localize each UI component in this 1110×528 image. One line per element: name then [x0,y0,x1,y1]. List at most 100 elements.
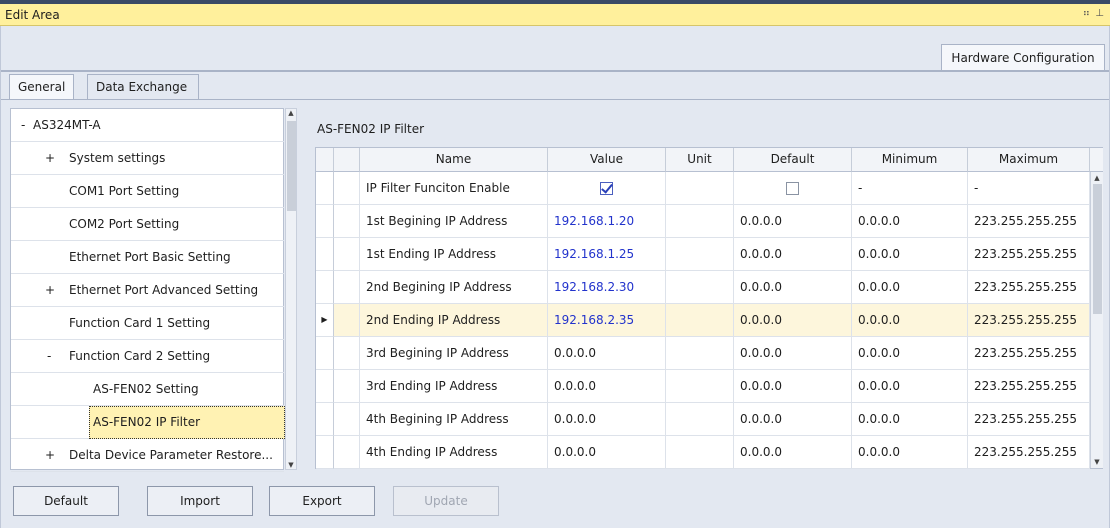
cell-min: 0.0.0.0 [852,403,968,436]
cell-max: - [968,172,1090,205]
cell-value[interactable]: 0.0.0.0 [548,403,666,436]
row-indent [334,238,360,271]
cell-name: 4th Begining IP Address [360,403,548,436]
tab-data-exchange[interactable]: Data Exchange [87,74,199,99]
row-header[interactable]: ▶ [316,304,334,337]
cell-value[interactable]: 0.0.0.0 [548,436,666,469]
cell-default: 0.0.0.0 [734,337,852,370]
column-header-name[interactable]: Name [360,148,548,172]
pin-icon[interactable]: ⊥ [1095,8,1104,19]
cell-value[interactable]: 192.168.1.25 [548,238,666,271]
cell-unit [666,337,734,370]
cell-max: 223.255.255.255 [968,337,1090,370]
expand-icon[interactable]: + [45,274,55,306]
tree-item-label: AS324MT-A [33,118,101,132]
expand-icon[interactable]: + [45,439,55,471]
cell-value[interactable]: 192.168.1.20 [548,205,666,238]
cell-max: 223.255.255.255 [968,370,1090,403]
cell-min: 0.0.0.0 [852,271,968,304]
default-button[interactable]: Default [13,486,119,516]
tree-scrollbar[interactable]: ▲ ▼ [285,108,297,470]
row-indent [334,370,360,403]
cell-value[interactable]: 0.0.0.0 [548,337,666,370]
import-button[interactable]: Import [147,486,253,516]
tree-item-label: AS-FEN02 IP Filter [93,415,201,429]
tree-item-function-card-1[interactable]: Function Card 1 Setting [11,307,284,340]
export-button[interactable]: Export [269,486,375,516]
tab-hardware-configuration[interactable]: Hardware Configuration [941,44,1105,71]
cell-max: 223.255.255.255 [968,304,1090,337]
cell-unit [666,436,734,469]
tree-item-ethernet-basic[interactable]: Ethernet Port Basic Setting [11,241,284,274]
update-button[interactable]: Update [393,486,499,516]
tree-item-ethernet-advanced[interactable]: + Ethernet Port Advanced Setting [11,274,284,307]
enable-checkbox[interactable] [600,182,613,195]
collapse-icon[interactable]: - [21,109,25,141]
tree-item-as-fen02-setting[interactable]: AS-FEN02 Setting [11,373,284,406]
row-header[interactable] [316,436,334,469]
edit-area-titlebar: Edit Area ⠶ ⊥ [0,4,1110,26]
settings-tree: - AS324MT-A + System settings COM1 Port … [10,108,285,472]
row-indent [334,271,360,304]
cell-min: 0.0.0.0 [852,205,968,238]
cell-value[interactable]: 0.0.0.0 [548,370,666,403]
grid-scroll-thumb[interactable] [1093,184,1102,314]
scroll-header [1090,148,1103,172]
tree-item-com2-port[interactable]: COM2 Port Setting [11,208,284,241]
cell-value[interactable] [548,172,666,205]
tree-item-as324mt-a[interactable]: - AS324MT-A [11,109,284,142]
parameter-grid: Name Value Unit Default Minimum Maximum … [315,147,1103,469]
column-header-unit[interactable]: Unit [666,148,734,172]
row-header[interactable] [316,271,334,304]
cell-default: 0.0.0.0 [734,238,852,271]
column-header-minimum[interactable]: Minimum [852,148,968,172]
scroll-up-icon[interactable]: ▲ [1092,174,1102,182]
row-header-corner [316,148,334,172]
cell-name: 1st Begining IP Address [360,205,548,238]
tree-item-function-card-2[interactable]: - Function Card 2 Setting [11,340,284,373]
tree-item-label: Ethernet Port Advanced Setting [69,283,259,297]
grid-title: AS-FEN02 IP Filter [317,122,425,136]
cell-name: 2nd Ending IP Address [360,304,548,337]
expand-icon[interactable]: + [45,142,55,174]
cell-default: 0.0.0.0 [734,436,852,469]
tree-scroll-thumb[interactable] [287,121,296,211]
tree-item-system-settings[interactable]: + System settings [11,142,284,175]
row-indent [334,304,360,337]
cell-value[interactable]: 192.168.2.35 [548,304,666,337]
edit-area-panel: Hardware Configuration General Data Exch… [0,26,1110,528]
tab-general[interactable]: General [9,74,75,99]
scroll-down-icon[interactable]: ▼ [1092,458,1102,466]
column-header-maximum[interactable]: Maximum [968,148,1090,172]
row-header[interactable] [316,205,334,238]
cell-value[interactable]: 192.168.2.30 [548,271,666,304]
column-header-value[interactable]: Value [548,148,666,172]
row-header[interactable] [316,403,334,436]
tree-item-label: COM2 Port Setting [69,217,180,231]
row-indent [334,403,360,436]
tree-item-as-fen02-ip-filter[interactable]: AS-FEN02 IP Filter [11,406,285,439]
general-tab-content: - AS324MT-A + System settings COM1 Port … [1,99,1109,474]
tree-item-label: COM1 Port Setting [69,184,180,198]
cell-default: 0.0.0.0 [734,271,852,304]
cell-min: - [852,172,968,205]
cell-name: IP Filter Funciton Enable [360,172,548,205]
column-header-default[interactable]: Default [734,148,852,172]
cell-max: 223.255.255.255 [968,271,1090,304]
cell-min: 0.0.0.0 [852,370,968,403]
row-header[interactable] [316,238,334,271]
collapse-icon[interactable]: - [47,340,51,372]
grid-scrollbar[interactable]: ▲ ▼ [1090,172,1103,468]
row-header[interactable] [316,172,334,205]
scroll-up-icon[interactable]: ▲ [286,109,296,117]
float-window-icon[interactable]: ⠶ [1083,8,1090,19]
tree-item-label: System settings [69,151,166,165]
tree-item-com1-port[interactable]: COM1 Port Setting [11,175,284,208]
scroll-down-icon[interactable]: ▼ [286,461,296,469]
tree-item-delta-device-restore[interactable]: + Delta Device Parameter Restore... [11,439,284,472]
tree-item-label: AS-FEN02 Setting [93,382,199,396]
row-header[interactable] [316,337,334,370]
cell-default [734,172,852,205]
row-header[interactable] [316,370,334,403]
cell-min: 0.0.0.0 [852,238,968,271]
